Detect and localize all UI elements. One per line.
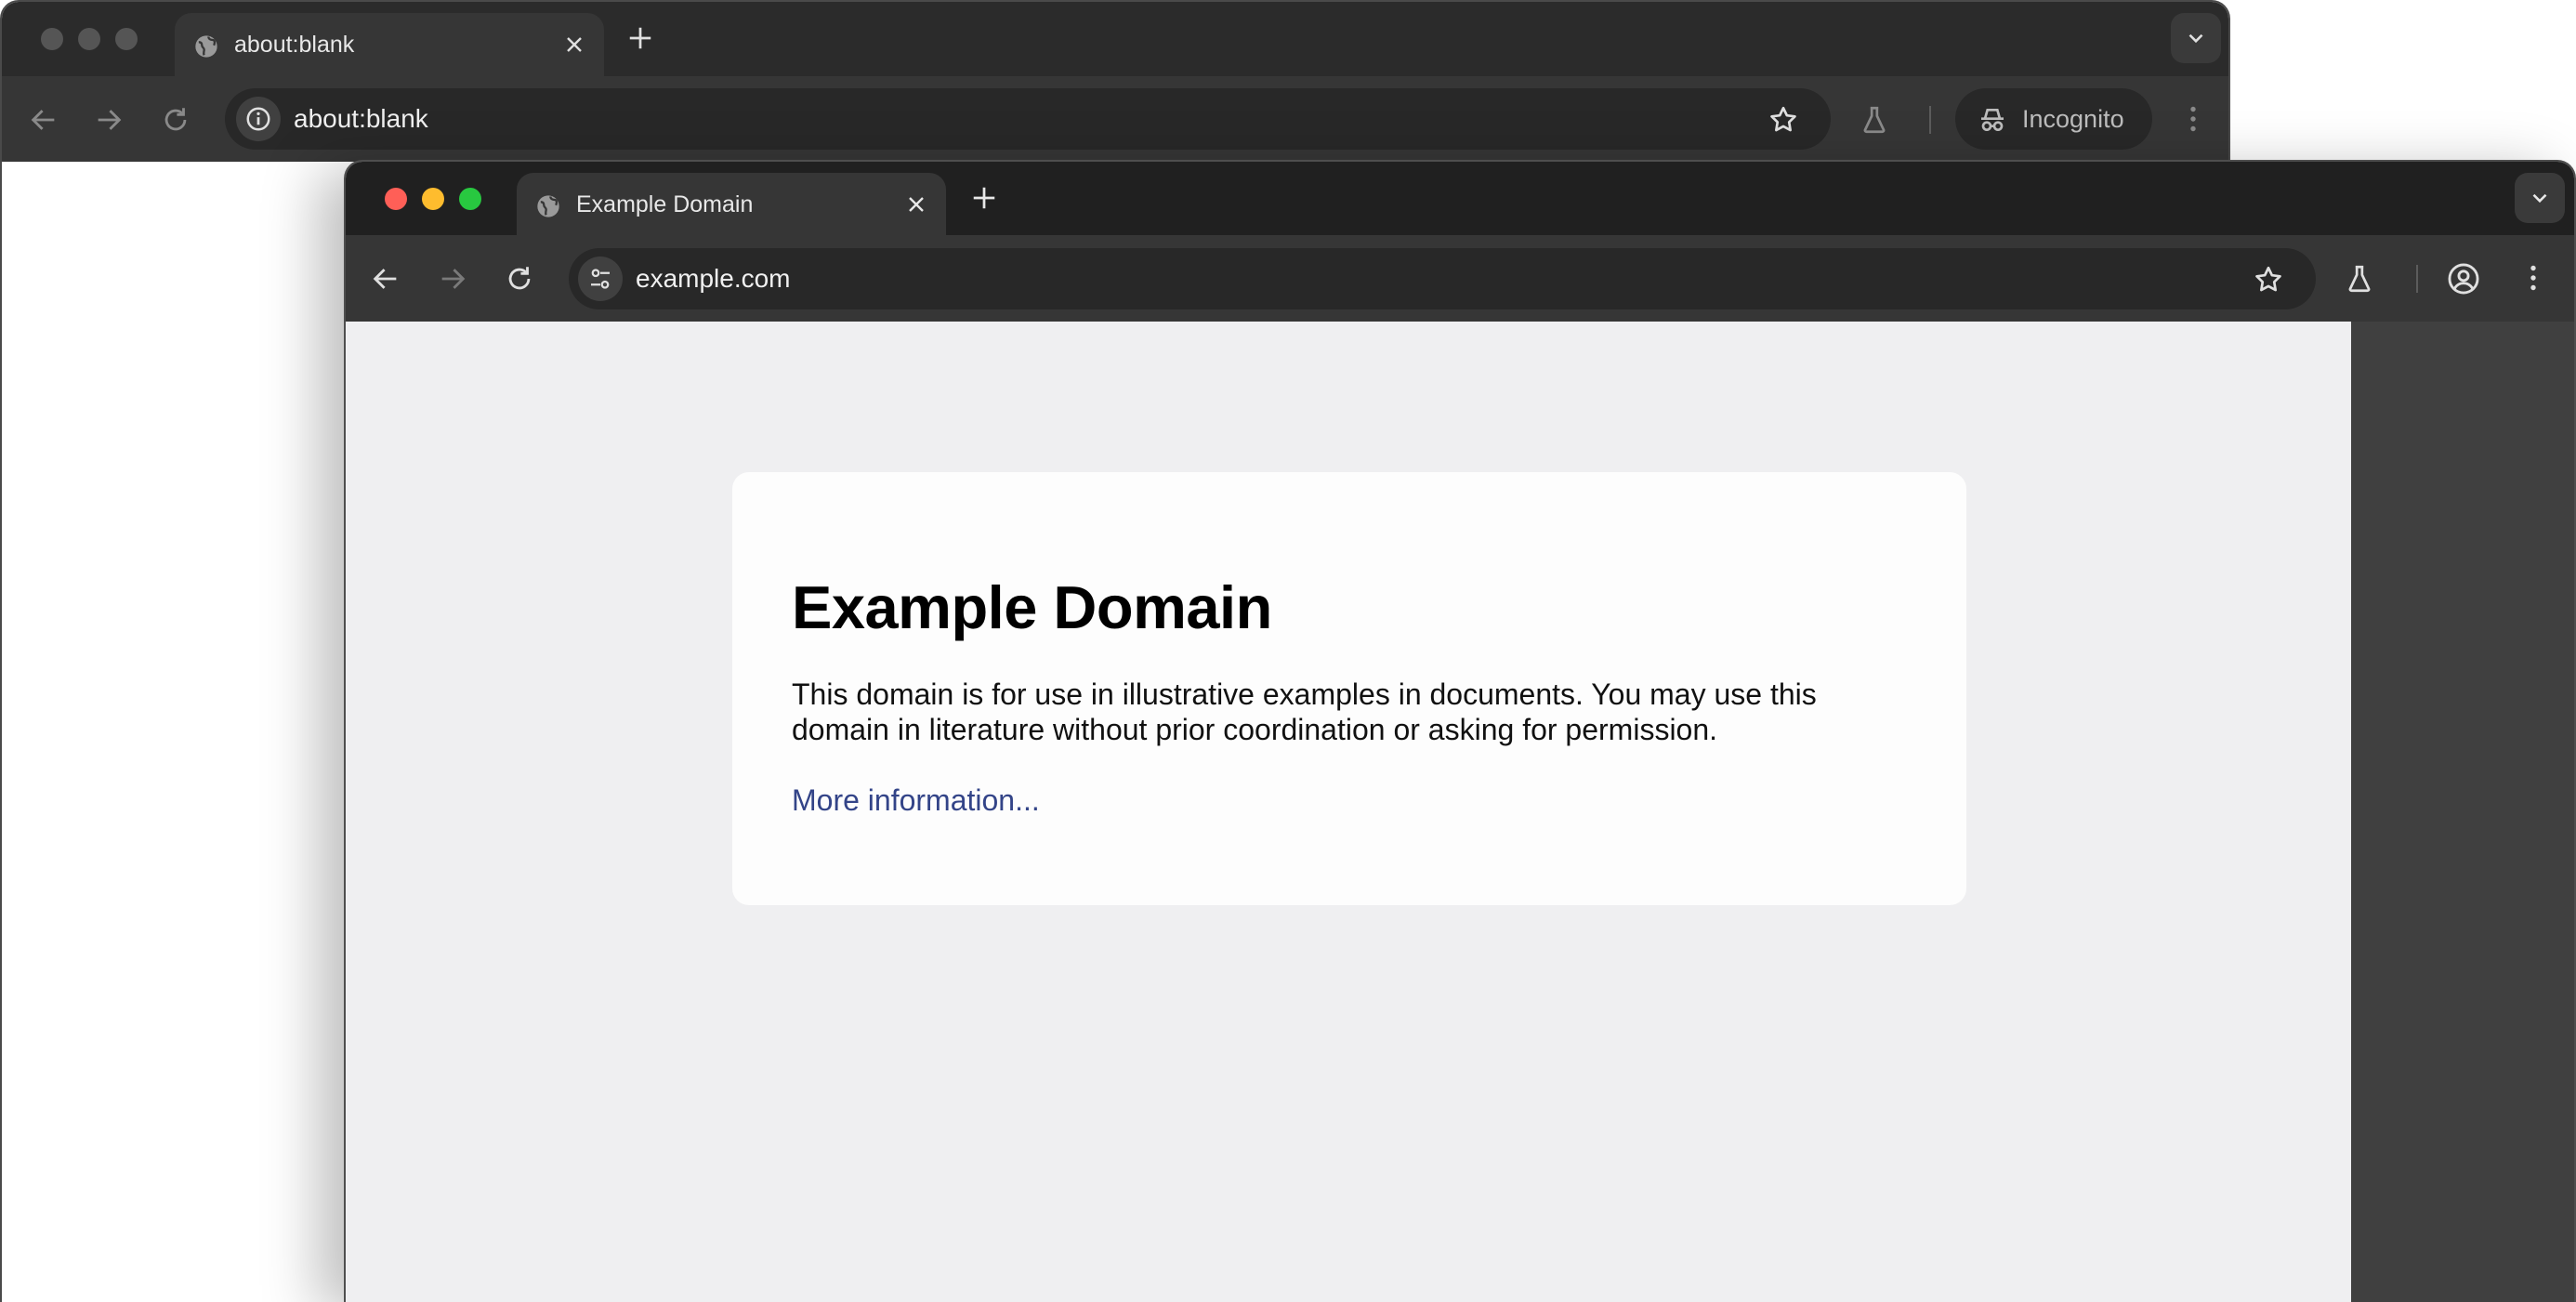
incognito-label: Incognito [2022, 105, 2124, 133]
info-icon [246, 107, 270, 131]
more-menu-icon[interactable] [2517, 261, 2550, 295]
more-menu-icon[interactable] [2176, 102, 2210, 136]
tab-strip: about:blank [2, 2, 2228, 76]
toolbar: about:blank Incognito [2, 76, 2228, 162]
site-settings-button[interactable] [578, 256, 623, 301]
new-tab-icon[interactable] [626, 24, 654, 52]
tab-search-button[interactable] [2171, 13, 2221, 63]
back-arrow-icon[interactable] [370, 263, 401, 295]
page-description: This domain is for use in illustrative e… [792, 677, 1817, 746]
minimize-window-button[interactable] [422, 188, 444, 210]
bookmark-star-icon[interactable] [2253, 264, 2284, 296]
address-bar[interactable]: example.com [569, 248, 2316, 309]
tab-strip: Example Domain [346, 162, 2574, 235]
content-card: Example Domain This domain is for use in… [732, 472, 1966, 905]
toolbar: example.com [346, 235, 2574, 322]
tab-search-button[interactable] [2515, 173, 2565, 223]
chevron-down-icon [2532, 193, 2547, 204]
labs-flask-icon[interactable] [1859, 104, 1890, 136]
side-panel-area [2351, 322, 2574, 1302]
close-window-button[interactable] [385, 188, 407, 210]
url-text[interactable]: example.com [636, 248, 791, 309]
close-icon[interactable] [563, 33, 585, 56]
toolbar-divider [2416, 265, 2418, 293]
tab-example-domain[interactable]: Example Domain [517, 173, 946, 235]
zoom-window-button[interactable] [115, 28, 138, 50]
incognito-icon [1981, 109, 2004, 131]
site-info-button[interactable] [236, 97, 281, 141]
toolbar-divider [1929, 106, 1931, 134]
new-tab-icon[interactable] [970, 184, 998, 212]
tab-about-blank[interactable]: about:blank [175, 13, 604, 76]
reload-icon[interactable] [504, 263, 535, 295]
zoom-window-button[interactable] [459, 188, 481, 210]
page-heading: Example Domain [792, 573, 1272, 641]
back-arrow-icon[interactable] [28, 104, 59, 136]
reload-icon[interactable] [160, 104, 191, 136]
tab-title: about:blank [234, 32, 355, 58]
more-information-link[interactable]: More information... [792, 783, 1040, 818]
url-text[interactable]: about:blank [294, 88, 428, 150]
address-bar[interactable]: about:blank [225, 88, 1831, 150]
profile-avatar-icon[interactable] [2446, 261, 2481, 296]
labs-flask-icon[interactable] [2344, 263, 2375, 295]
tab-title: Example Domain [576, 191, 754, 217]
forward-arrow-icon[interactable] [437, 263, 468, 295]
incognito-indicator[interactable]: Incognito [1955, 88, 2152, 150]
tune-icon [591, 269, 610, 289]
minimize-window-button[interactable] [78, 28, 100, 50]
foreground-browser-window: Example Domain example.com Example Domai… [344, 160, 2576, 1302]
globe-icon [537, 195, 559, 217]
page-viewport: Example Domain This domain is for use in… [346, 322, 2353, 1302]
globe-icon [195, 35, 217, 58]
chevron-down-icon [2188, 33, 2203, 44]
close-icon[interactable] [905, 193, 927, 216]
close-window-button[interactable] [41, 28, 63, 50]
bookmark-star-icon[interactable] [1768, 104, 1799, 136]
forward-arrow-icon[interactable] [93, 104, 125, 136]
